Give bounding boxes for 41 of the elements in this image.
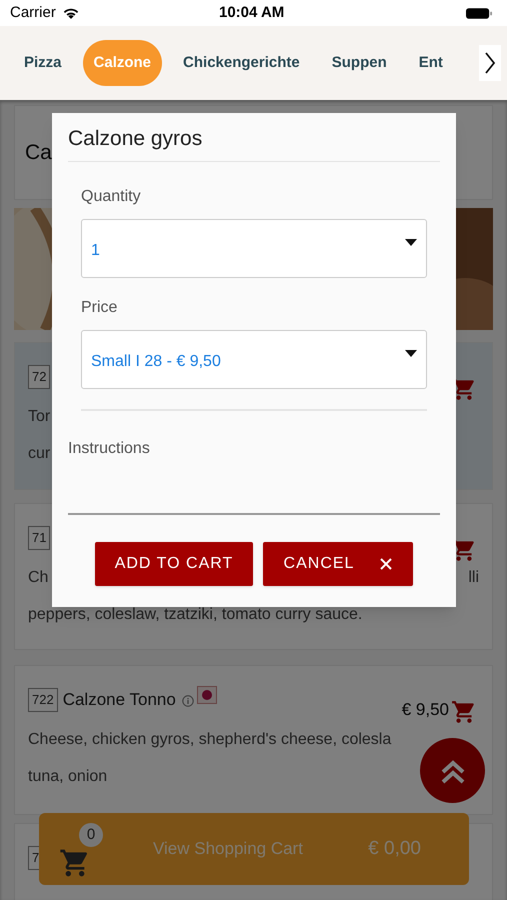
field-label: Quantity bbox=[81, 187, 142, 207]
category-tab[interactable]: Suppen bbox=[320, 40, 398, 86]
dialog-title: Calzone gyros bbox=[68, 126, 202, 152]
item-description: tuna, onion bbox=[28, 766, 108, 786]
item-price: € 9,50 bbox=[402, 699, 449, 721]
item-name: Calzone Tonno bbox=[62, 689, 176, 712]
cart-total: € 0,00 bbox=[368, 836, 421, 861]
menu-item-card[interactable]: 722 Calzone Tonno € 9,50 Cheese, chicken gyros, shepherd's cheese, colesla tuna, onion bbox=[14, 665, 493, 815]
category-tab[interactable]: Ent bbox=[408, 40, 454, 86]
item-description: lli bbox=[468, 568, 479, 588]
item-number: 722 bbox=[28, 688, 58, 712]
wifi-icon bbox=[62, 6, 80, 20]
category-tab[interactable]: Chickengerichte bbox=[172, 40, 311, 86]
select-field[interactable]: 1 bbox=[81, 219, 427, 278]
category-heading: Ca bbox=[25, 140, 52, 166]
item-number: 71 bbox=[28, 526, 50, 550]
scroll-right-button[interactable] bbox=[479, 45, 501, 81]
battery-icon bbox=[466, 6, 493, 20]
item-description: Ch bbox=[28, 568, 48, 588]
item-description: Tor bbox=[28, 406, 50, 426]
item-description: cur bbox=[28, 444, 50, 464]
dropdown-arrow-icon bbox=[405, 350, 417, 357]
label-icon bbox=[196, 686, 217, 704]
field-label: Price bbox=[81, 298, 118, 318]
dropdown-arrow-icon bbox=[405, 239, 417, 246]
carrier-text: Carrier bbox=[10, 2, 56, 23]
view-cart-label: View Shopping Cart bbox=[153, 838, 303, 860]
shopping-cart-bar[interactable]: 0 View Shopping Cart € 0,00 bbox=[39, 813, 469, 885]
close-icon bbox=[380, 558, 392, 570]
chevron-right-icon bbox=[484, 51, 496, 75]
clock-text: 10:04 AM bbox=[219, 2, 284, 23]
category-tab[interactable]: Pizza bbox=[13, 40, 73, 86]
cancel-button[interactable]: CANCEL bbox=[263, 542, 413, 586]
item-description: peppers, coleslaw, tzatziki, tomato curry sauce. bbox=[28, 604, 362, 624]
info-icon[interactable] bbox=[182, 695, 194, 707]
add-to-cart-button[interactable]: ADD TO CART bbox=[95, 542, 253, 586]
cart-count-badge: 0 bbox=[79, 823, 103, 847]
instructions-field[interactable]: Instructions bbox=[68, 437, 440, 515]
select-field[interactable]: Small I 28 - € 9,50 bbox=[81, 330, 427, 389]
item-number: 72 bbox=[28, 365, 50, 389]
item-description: Cheese, chicken gyros, shepherd's cheese, colesla bbox=[28, 730, 392, 750]
